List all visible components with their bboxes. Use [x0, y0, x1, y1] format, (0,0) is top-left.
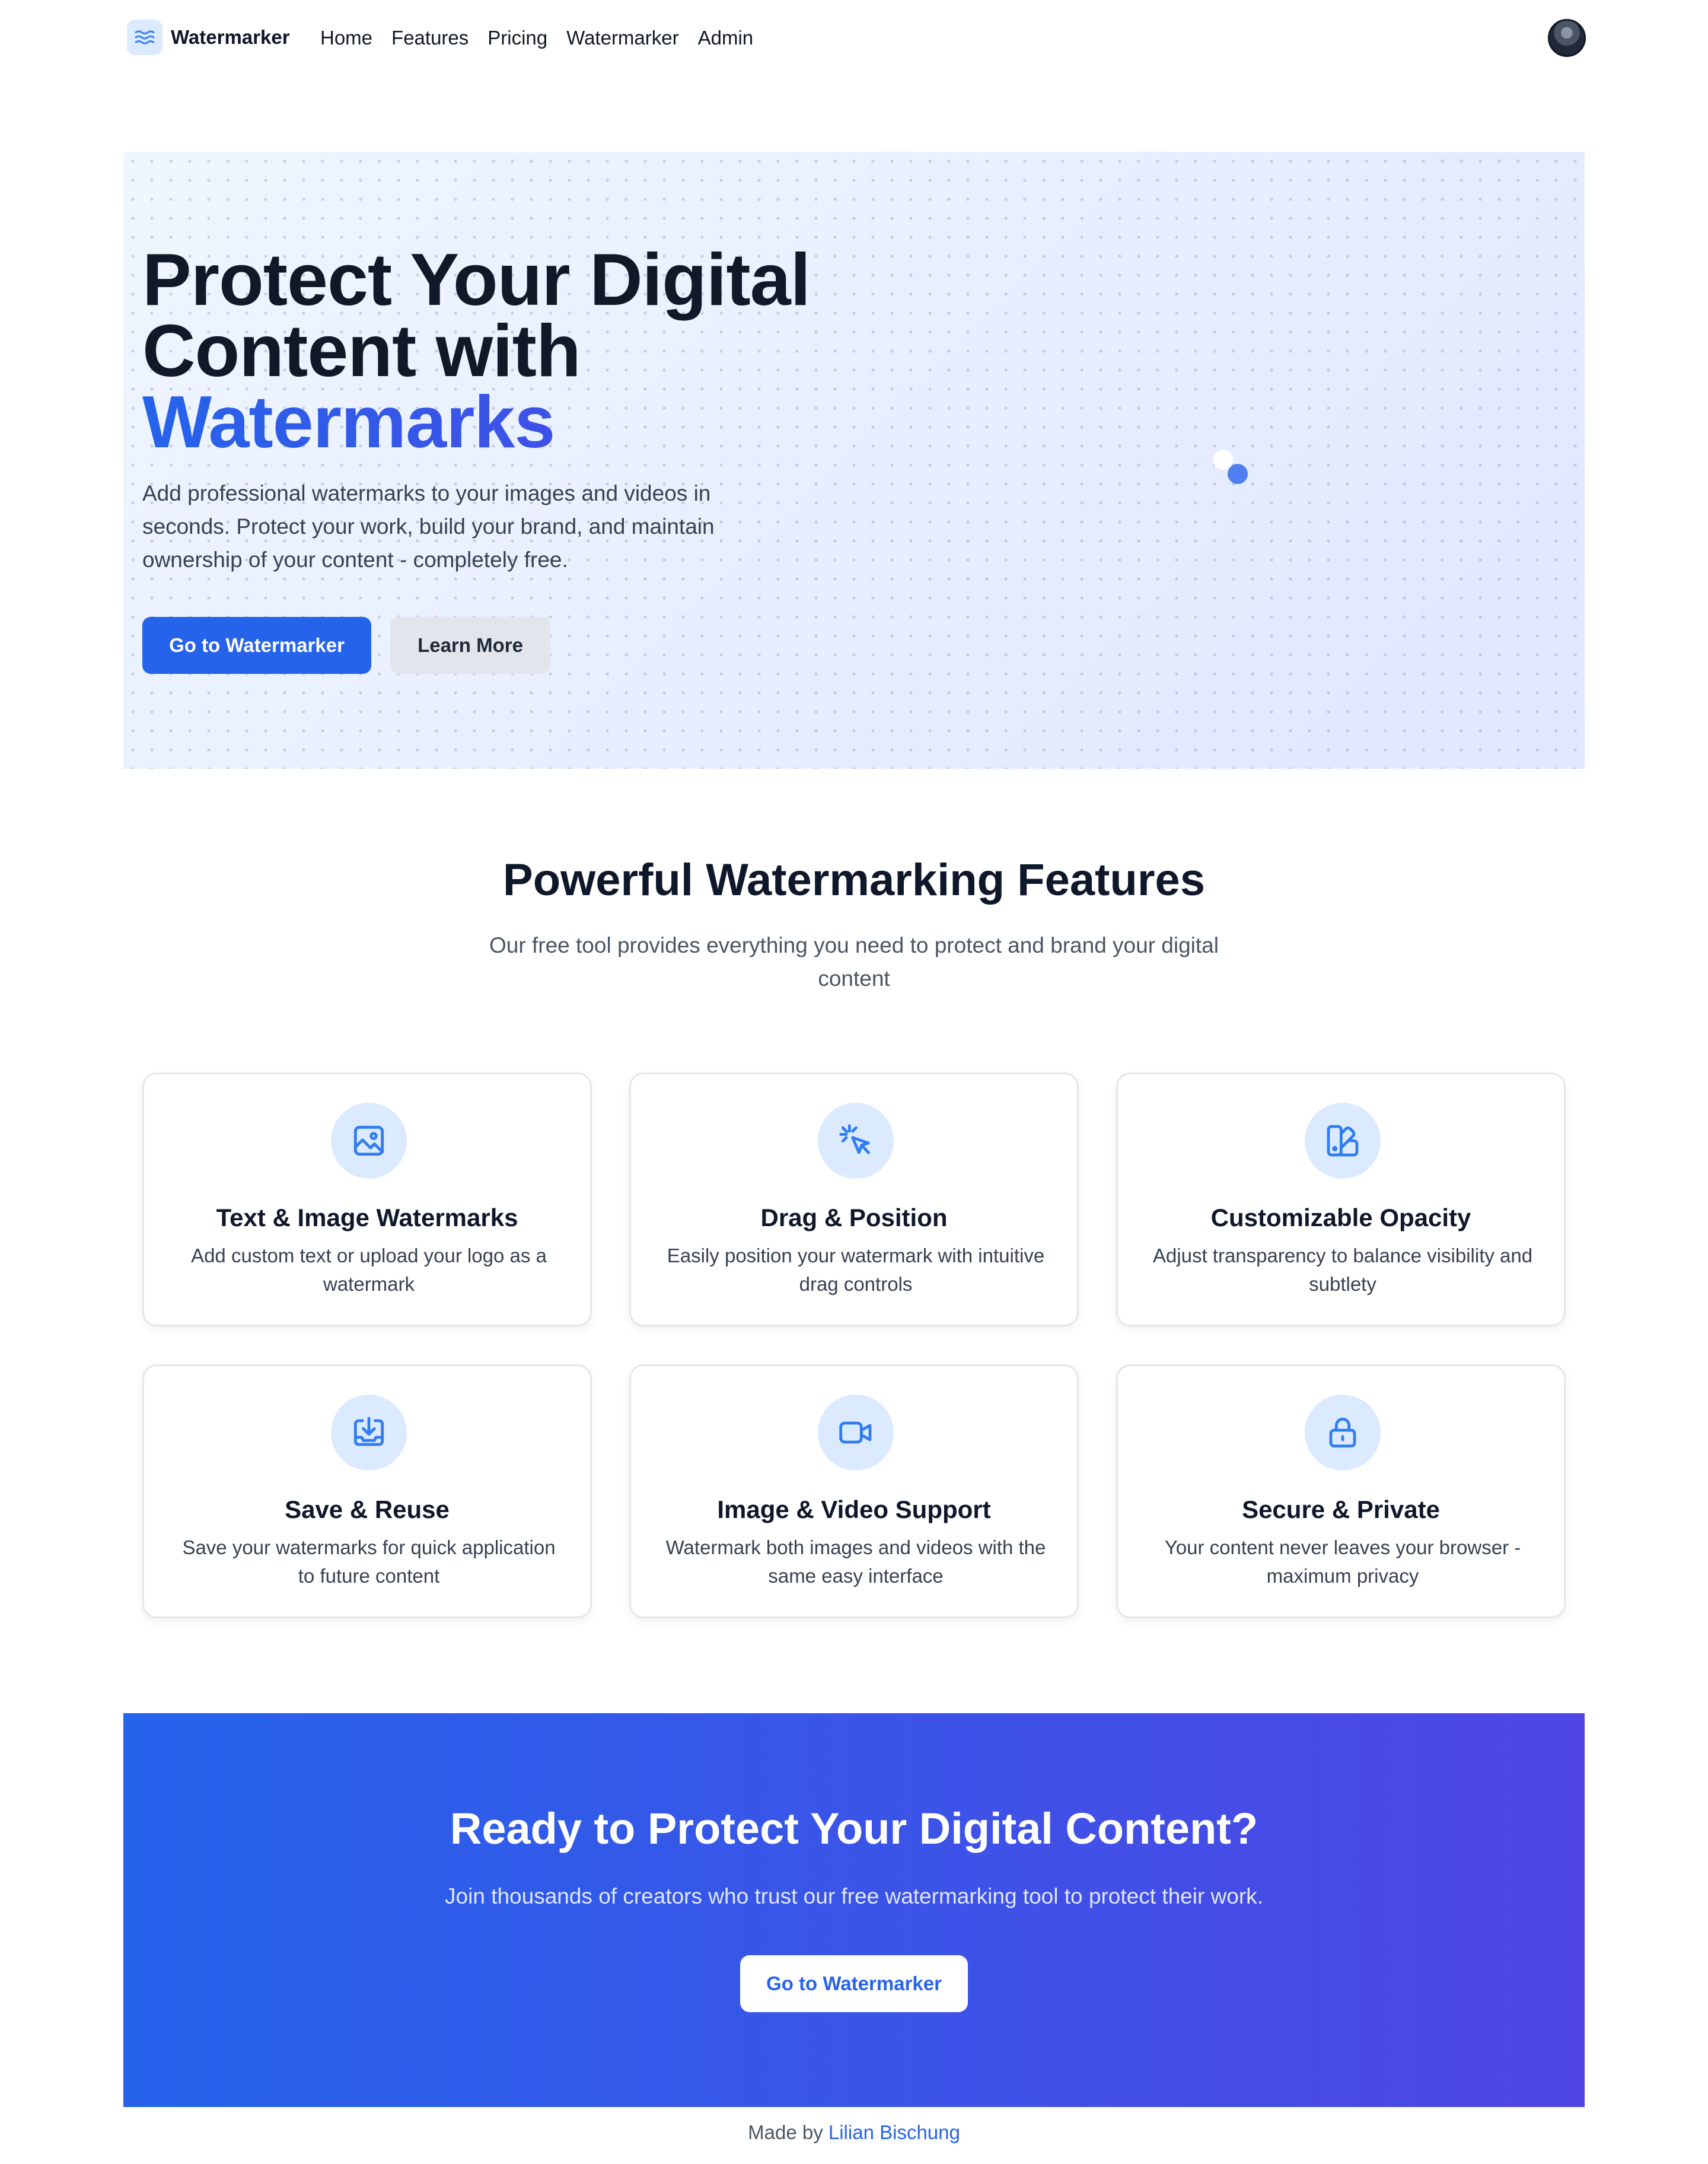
user-avatar[interactable]: [1548, 19, 1586, 57]
cta-go-to-watermarker-button[interactable]: Go to Watermarker: [740, 1955, 968, 2012]
feature-description: Add custom text or upload your logo as a…: [191, 1245, 547, 1295]
feature-card-image-video: Image & Video Support Watermark both ima…: [629, 1364, 1079, 1618]
hero-title-line1: Protect Your Digital: [142, 239, 811, 321]
feature-title: Image & Video Support: [717, 1495, 991, 1523]
cta-description: Join thousands of creators who trust our…: [445, 1884, 1263, 1908]
top-navbar: Watermarker Home Features Pricing Waterm…: [0, 0, 1708, 76]
nav-link-features[interactable]: Features: [391, 21, 469, 55]
footer: Made by Lilian Bischung: [0, 2121, 1708, 2144]
nav-link-admin[interactable]: Admin: [698, 21, 754, 55]
feature-card-secure-private: Secure & Private Your content never leav…: [1116, 1364, 1566, 1618]
go-to-watermarker-button[interactable]: Go to Watermarker: [142, 617, 371, 674]
cta-title: Ready to Protect Your Digital Content?: [450, 1804, 1258, 1853]
feature-description: Your content never leaves your browser -…: [1164, 1536, 1521, 1587]
nav-link-watermarker[interactable]: Watermarker: [566, 21, 678, 55]
feature-title: Secure & Private: [1242, 1495, 1440, 1523]
waves-logo-icon: [127, 20, 162, 55]
footer-made-by: Made by: [748, 2121, 823, 2143]
save-download-icon: [331, 1395, 407, 1471]
hero-section: Protect Your Digital Content with Waterm…: [123, 152, 1585, 769]
video-camera-icon: [818, 1395, 894, 1471]
cta-section: Ready to Protect Your Digital Content? J…: [123, 1713, 1585, 2107]
brand-name: Watermarker: [171, 26, 290, 48]
feature-title: Drag & Position: [760, 1204, 948, 1231]
footer-author-link[interactable]: Lilian Bischung: [828, 2121, 960, 2143]
feature-description: Save your watermarks for quick applicati…: [182, 1536, 556, 1587]
features-subtitle: Our free tool provides everything you ne…: [489, 933, 1219, 991]
hero-title-accent: Watermarks: [142, 386, 810, 459]
feature-title: Customizable Opacity: [1210, 1204, 1471, 1231]
nav-link-home[interactable]: Home: [320, 21, 372, 55]
hero-description: Add professional watermarks to your imag…: [142, 481, 715, 572]
image-icon: [331, 1103, 407, 1179]
feature-card-drag-position: Drag & Position Easily position your wat…: [629, 1073, 1079, 1326]
hero-title-line2: Content with: [142, 310, 581, 392]
feature-card-text-image: Text & Image Watermarks Add custom text …: [142, 1073, 592, 1326]
learn-more-button[interactable]: Learn More: [390, 617, 550, 674]
feature-title: Save & Reuse: [285, 1495, 450, 1523]
feature-description: Watermark both images and videos with th…: [665, 1536, 1046, 1587]
decorative-dot-blue: [1228, 464, 1248, 484]
feature-card-opacity: Customizable Opacity Adjust transparency…: [1116, 1073, 1566, 1326]
feature-description: Adjust transparency to balance visibilit…: [1152, 1245, 1533, 1295]
feature-description: Easily position your watermark with intu…: [667, 1245, 1045, 1295]
swatch-icon: [1305, 1103, 1381, 1179]
pointer-click-icon: [818, 1103, 894, 1179]
feature-title: Text & Image Watermarks: [216, 1204, 518, 1231]
nav-link-pricing[interactable]: Pricing: [487, 21, 547, 55]
brand-link[interactable]: Watermarker: [127, 19, 290, 56]
hero-title: Protect Your Digital Content with Waterm…: [142, 239, 811, 459]
feature-card-save-reuse: Save & Reuse Save your watermarks for qu…: [142, 1364, 592, 1618]
lock-icon: [1305, 1395, 1381, 1471]
nav-links: Home Features Pricing Watermarker Admin: [320, 21, 753, 55]
features-title: Powerful Watermarking Features: [503, 855, 1205, 905]
